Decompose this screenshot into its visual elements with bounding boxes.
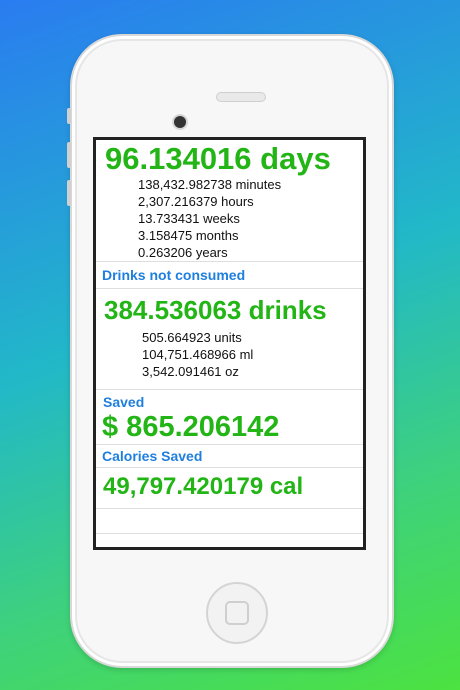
ml-value: 104,751.468966 ml — [142, 347, 254, 362]
front-camera — [174, 116, 186, 128]
saved-header: Saved — [103, 394, 145, 410]
weeks-value: 13.733431 weeks — [138, 211, 240, 226]
calories-section: 49,797.420179 cal — [96, 468, 363, 508]
speaker-grille — [216, 92, 266, 102]
divider — [96, 533, 363, 534]
drinks-value: 384.536063 drinks — [104, 295, 327, 325]
empty-row — [96, 509, 363, 533]
stats-list[interactable]: 96.134016 days 138,432.982738 minutes 2,… — [96, 140, 363, 547]
days-value: 96.134016 days — [105, 141, 331, 176]
saved-value: $ 865.206142 — [102, 411, 280, 443]
screen: 96.134016 days 138,432.982738 minutes 2,… — [93, 137, 366, 550]
months-value: 3.158475 months — [138, 228, 239, 243]
drinks-header-row: Drinks not consumed — [96, 262, 363, 288]
saved-section: Saved $ 865.206142 — [96, 390, 363, 444]
drinks-details: 505.664923 units 104,751.468966 ml 3,542… — [142, 329, 253, 380]
home-button[interactable] — [206, 582, 268, 644]
hours-value: 2,307.216379 hours — [138, 194, 254, 209]
time-details: 138,432.982738 minutes 2,307.216379 hour… — [138, 176, 281, 261]
volume-down-button — [67, 180, 71, 206]
calories-header-row: Calories Saved — [96, 445, 363, 467]
volume-up-button — [67, 142, 71, 168]
home-square-icon — [225, 601, 249, 625]
oz-value: 3,542.091461 oz — [142, 364, 239, 379]
minutes-value: 138,432.982738 minutes — [138, 177, 282, 192]
units-value: 505.664923 units — [142, 330, 242, 345]
drinks-header: Drinks not consumed — [102, 267, 246, 283]
calories-header: Calories Saved — [102, 448, 203, 464]
years-value: 0.263206 years — [138, 245, 228, 260]
drinks-section: 384.536063 drinks 505.664923 units 104,7… — [96, 289, 363, 389]
mute-switch — [67, 108, 71, 124]
calories-value: 49,797.420179 cal — [103, 473, 304, 500]
time-section: 96.134016 days 138,432.982738 minutes 2,… — [96, 140, 363, 261]
